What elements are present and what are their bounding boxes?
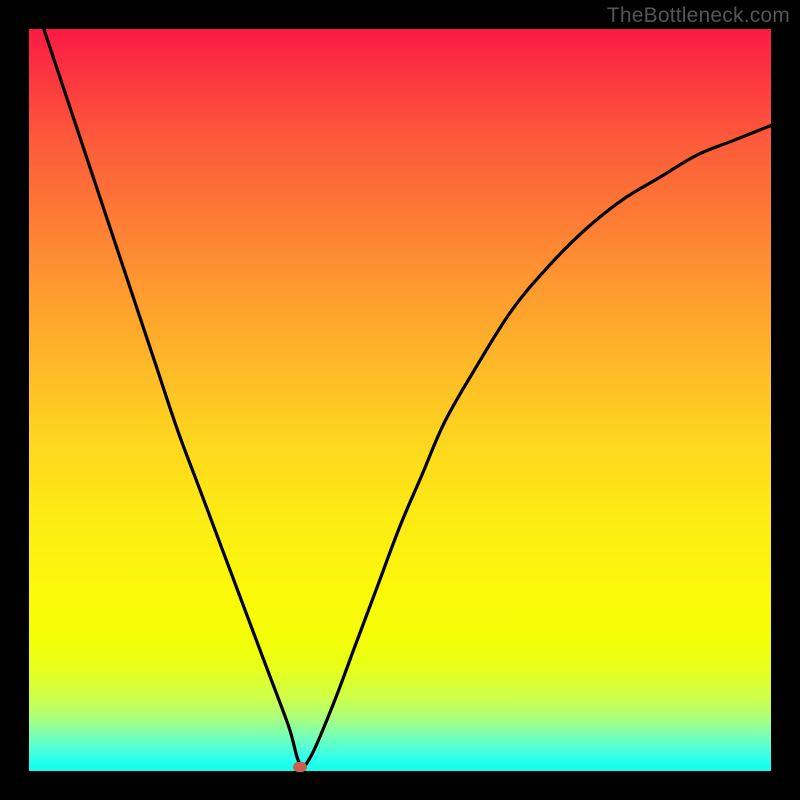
bottleneck-curve [29,29,771,771]
minimum-marker-dot [293,762,307,772]
chart-plot-area [29,29,771,771]
watermark-label: TheBottleneck.com [607,4,790,28]
